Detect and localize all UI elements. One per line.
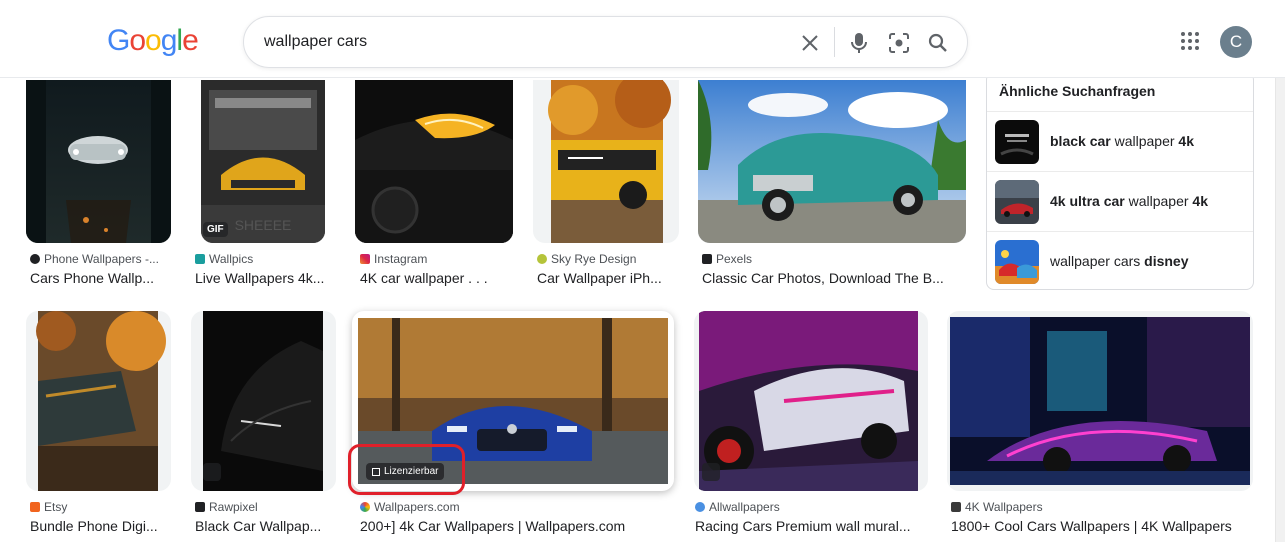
rawpixel-icon xyxy=(195,502,205,512)
result-image[interactable] xyxy=(26,80,171,243)
lens-camera-icon[interactable] xyxy=(887,31,911,55)
result-title[interactable]: Classic Car Photos, Download The B... xyxy=(702,270,957,286)
result-title[interactable]: 1800+ Cool Cars Wallpapers | 4K Wallpape… xyxy=(951,518,1251,534)
related-search-text: 4k ultra car wallpaper 4k xyxy=(1050,193,1208,209)
result-source[interactable]: Phone Wallpapers -... xyxy=(30,252,159,266)
related-bold: 4k xyxy=(1178,133,1194,149)
etsy-icon xyxy=(30,502,40,512)
related-search-item[interactable]: black car wallpaper 4k xyxy=(987,111,1253,171)
source-label: Instagram xyxy=(374,252,428,266)
related-normal: wallpaper xyxy=(1110,133,1179,149)
related-bold: disney xyxy=(1144,253,1189,269)
result-title[interactable]: Bundle Phone Digi... xyxy=(30,518,170,534)
search-input[interactable]: wallpaper cars xyxy=(264,33,367,51)
result-source[interactable]: 4K Wallpapers xyxy=(951,500,1043,514)
svg-text:SHEEEE: SHEEEE xyxy=(235,217,292,233)
related-thumbnail xyxy=(995,180,1039,224)
source-label: 4K Wallpapers xyxy=(965,500,1043,514)
related-bold: 4k xyxy=(1192,193,1208,209)
search-icon[interactable] xyxy=(926,31,950,55)
related-search-item[interactable]: wallpaper cars disney xyxy=(987,231,1253,291)
source-favicon xyxy=(537,254,547,264)
source-label: Pexels xyxy=(716,252,753,266)
related-search-text: wallpaper cars disney xyxy=(1050,253,1189,269)
related-thumbnail xyxy=(995,240,1039,284)
result-image[interactable] xyxy=(26,311,171,491)
logo-letter: g xyxy=(160,24,178,57)
related-search-item[interactable]: 4k ultra car wallpaper 4k xyxy=(987,171,1253,231)
4k-wallpapers-icon xyxy=(951,502,961,512)
allwallpapers-icon xyxy=(695,502,705,512)
related-searches-panel: Ähnliche Suchanfragen black car wallpape… xyxy=(986,72,1254,290)
result-image[interactable]: SHEEEE GIF xyxy=(201,80,325,243)
source-label: Sky Rye Design xyxy=(551,252,637,266)
result-title[interactable]: Racing Cars Premium wall mural... xyxy=(695,518,927,534)
image-icon xyxy=(203,463,221,481)
related-search-text: black car wallpaper 4k xyxy=(1050,133,1194,149)
logo-letter: G xyxy=(107,24,130,57)
pexels-icon xyxy=(702,254,712,264)
google-images-page: Google wallpaper cars C Phone Wallpapers… xyxy=(0,0,1285,542)
search-divider xyxy=(834,27,835,57)
result-source[interactable]: Allwallpapers xyxy=(695,500,780,514)
related-bold: black car xyxy=(1050,133,1111,149)
result-source[interactable]: Wallpics xyxy=(195,252,253,266)
source-label: Etsy xyxy=(44,500,68,514)
source-label: Wallpapers.com xyxy=(374,500,460,514)
account-avatar[interactable]: C xyxy=(1220,26,1252,58)
result-source[interactable]: Instagram xyxy=(360,252,427,266)
related-thumbnail xyxy=(995,120,1039,164)
result-title[interactable]: 200+] 4k Car Wallpapers | Wallpapers.com xyxy=(360,518,670,534)
header: Google wallpaper cars C xyxy=(0,0,1285,78)
source-favicon xyxy=(195,254,205,264)
result-image[interactable] xyxy=(355,80,513,243)
result-source[interactable]: Wallpapers.com xyxy=(360,500,460,514)
clear-icon[interactable] xyxy=(798,31,822,55)
result-image[interactable] xyxy=(694,311,928,491)
instagram-icon xyxy=(360,254,370,264)
wallpapers-com-icon xyxy=(360,502,370,512)
related-normal: wallpaper xyxy=(1124,193,1193,209)
source-label: Rawpixel xyxy=(209,500,258,514)
related-normal: wallpaper cars xyxy=(1050,253,1145,269)
result-source[interactable]: Rawpixel xyxy=(195,500,258,514)
search-box[interactable]: wallpaper cars xyxy=(243,16,968,68)
result-title[interactable]: Car Wallpaper iPh... xyxy=(537,270,677,286)
source-label: Phone Wallpapers -... xyxy=(44,252,159,266)
source-favicon xyxy=(30,254,40,264)
result-image[interactable] xyxy=(533,80,679,243)
result-source[interactable]: Pexels xyxy=(702,252,752,266)
page-scrollbar[interactable] xyxy=(1275,0,1285,542)
result-title[interactable]: Black Car Wallpap... xyxy=(195,518,335,534)
result-title[interactable]: Live Wallpapers 4k... xyxy=(195,270,335,286)
logo-letter: o xyxy=(145,24,162,57)
related-searches-title: Ähnliche Suchanfragen xyxy=(999,83,1156,99)
annotation-highlight xyxy=(348,444,465,495)
logo-letter: o xyxy=(129,24,146,57)
microphone-icon[interactable] xyxy=(847,31,871,55)
result-image[interactable] xyxy=(698,80,966,243)
tag-icon xyxy=(702,463,720,481)
gif-badge: GIF xyxy=(203,222,228,237)
result-title[interactable]: Cars Phone Wallp... xyxy=(30,270,170,286)
result-title[interactable]: 4K car wallpaper . . . xyxy=(360,270,510,286)
result-source[interactable]: Sky Rye Design xyxy=(537,252,636,266)
source-label: Allwallpapers xyxy=(709,500,780,514)
logo-letter: e xyxy=(182,24,199,57)
google-logo[interactable]: Google xyxy=(107,24,199,58)
result-image[interactable] xyxy=(191,311,336,491)
related-bold: 4k ultra car xyxy=(1050,193,1125,209)
result-source[interactable]: Etsy xyxy=(30,500,67,514)
result-image[interactable] xyxy=(947,311,1253,491)
apps-grid-icon[interactable] xyxy=(1180,31,1200,51)
source-label: Wallpics xyxy=(209,252,254,266)
